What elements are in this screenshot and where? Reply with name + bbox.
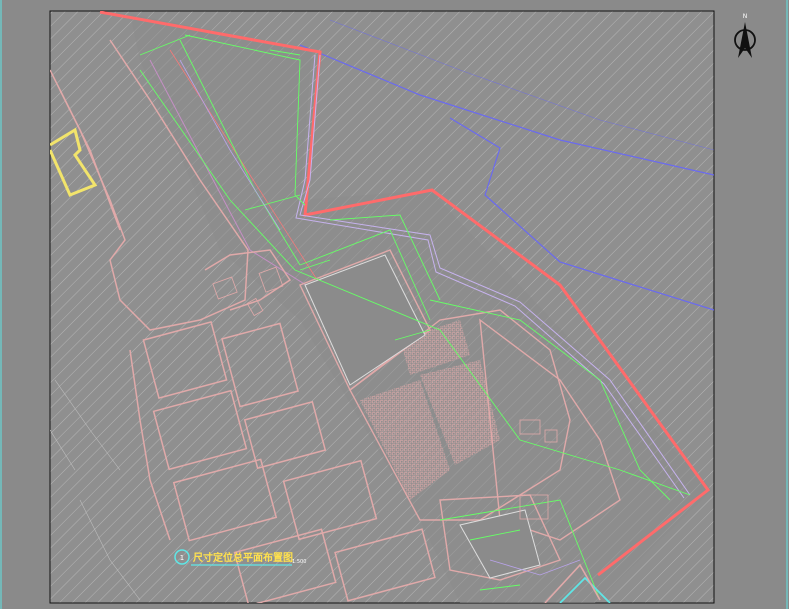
title-block: 1 尺寸定位总平面布置图 1:500 [174, 549, 306, 566]
drawing-title: 尺寸定位总平面布置图 [193, 551, 293, 564]
drawing-scale: 1:500 [292, 559, 306, 565]
cad-viewport[interactable]: 1 尺寸定位总平面布置图 1:500 N [0, 0, 789, 609]
north-label: N [743, 13, 748, 20]
north-arrow-icon: N [734, 13, 756, 58]
drawing-number: 1 [180, 554, 184, 562]
